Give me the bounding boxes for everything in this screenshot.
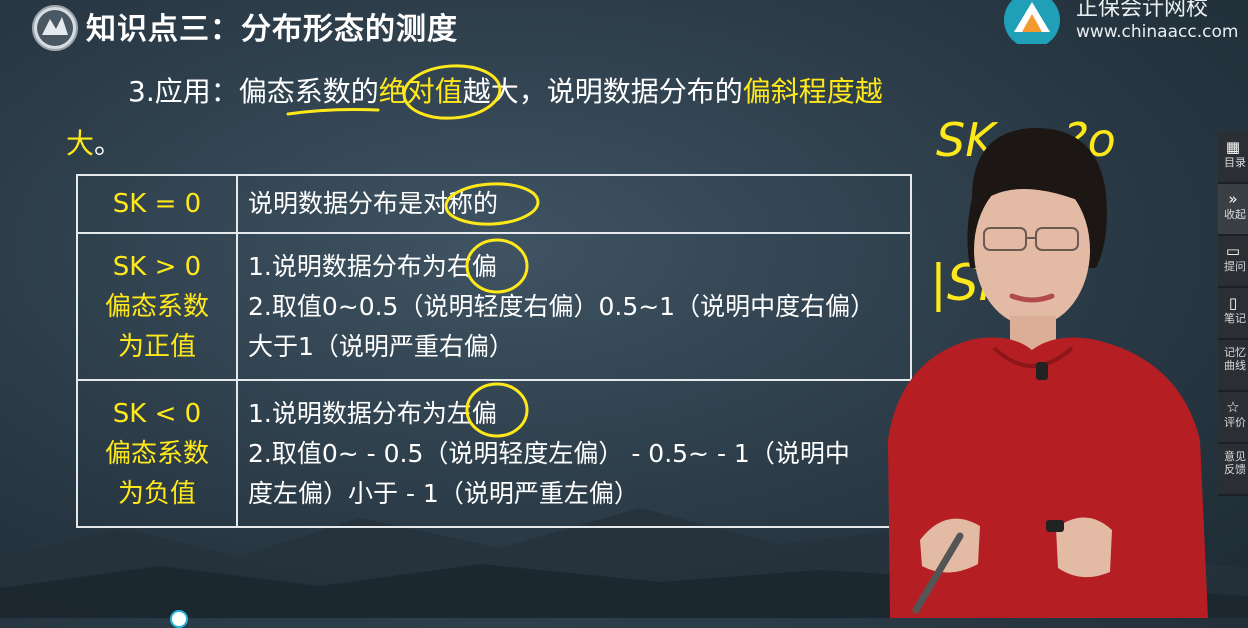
description-line: 说明数据分布是对称的 (248, 189, 499, 218)
presenter-video (888, 127, 1208, 618)
intro-paragraph: 3.应用：偏态系数的绝对值越大，说明数据分布的偏斜程度越大。 (66, 66, 916, 170)
condition-sub: 偏态系数 (104, 291, 209, 322)
sidebar-item-label: 记忆曲线 (1224, 346, 1246, 372)
intro-part: 越大，说明数据分布的 (462, 75, 743, 108)
double-chevron-icon: » (1228, 190, 1238, 208)
table-row: SK > 0 偏态系数 为正值 1.说明数据分布为右偏 2.取值0~0.5（说明… (76, 232, 912, 381)
description-line: 2.取值0~ - 0.5（说明轻度左偏） - 0.5~ - 1（说明中 (248, 438, 850, 468)
condition-label: SK < 0 (112, 398, 202, 429)
sidebar-item-feedback[interactable]: 意见反馈 (1218, 444, 1248, 496)
grid-icon: ▦ (1225, 138, 1241, 156)
description-line: 大于1（说明严重右偏） (248, 331, 514, 361)
table-row: SK = 0 说明数据分布是对称的 (76, 174, 912, 234)
brand-header: 正保会计网校 www.chinaacc.com (1002, 0, 1248, 50)
sidebar-item-label: 目录 (1224, 156, 1246, 169)
skewness-table: SK = 0 说明数据分布是对称的 SK > 0 偏态系数 为正值 1.说明数据… (76, 174, 912, 528)
description-line: 1.说明数据分布为右偏 (248, 251, 497, 281)
brand-name: 正保会计网校 (1076, 0, 1209, 21)
course-logo-icon (32, 5, 78, 51)
description-line: 1.说明数据分布为左偏 (248, 398, 497, 428)
sidebar-item-label: 提问 (1224, 260, 1246, 273)
sidebar-item-label: 评价 (1224, 416, 1246, 429)
star-icon: ☆ (1226, 398, 1240, 416)
intro-part: 。 (94, 127, 123, 160)
intro-part: 3.应用：偏态系数的 (128, 75, 379, 108)
sidebar-item-catalog[interactable]: ▦ 目录 (1218, 132, 1248, 184)
description-cell: 1.说明数据分布为右偏 2.取值0~0.5（说明轻度右偏）0.5~1（说明中度右… (236, 232, 912, 381)
sidebar-item-notes[interactable]: ▯ 笔记 (1218, 288, 1248, 340)
description-line: 2.取值0~0.5（说明轻度右偏）0.5~1（说明中度右偏） (248, 291, 876, 321)
description-cell: 1.说明数据分布为左偏 2.取值0~ - 0.5（说明轻度左偏） - 0.5~ … (236, 379, 912, 528)
note-icon: ▯ (1228, 294, 1238, 312)
sidebar-item-ask[interactable]: ▭ 提问 (1218, 236, 1248, 288)
intro-highlight-absolute-value: 绝对值 (378, 75, 463, 108)
condition-label: SK = 0 (112, 189, 202, 219)
sidebar-item-label: 收起 (1224, 208, 1246, 221)
condition-sub: 为负值 (117, 478, 196, 509)
chinaacc-logo-icon (1004, 0, 1060, 44)
sidebar-item-label: 意见反馈 (1224, 450, 1246, 476)
brand-url: www.chinaacc.com (1076, 22, 1239, 42)
sidebar-item-label: 笔记 (1224, 312, 1246, 325)
pointer-cursor (170, 610, 188, 628)
description-line: 度左偏）小于 - 1（说明严重左偏） (248, 478, 639, 508)
slide-title: 知识点三：分布形态的测度 (86, 12, 458, 47)
condition-sub: 偏态系数 (104, 438, 209, 469)
table-row: SK < 0 偏态系数 为负值 1.说明数据分布为左偏 2.取值0~ - 0.5… (76, 379, 912, 528)
chat-icon: ▭ (1225, 242, 1241, 260)
sidebar-item-memory-curve[interactable]: 记忆曲线 (1218, 340, 1248, 392)
sidebar-item-collapse[interactable]: » 收起 (1218, 184, 1248, 236)
condition-cell: SK < 0 偏态系数 为负值 (76, 379, 238, 528)
condition-label: SK > 0 (112, 251, 202, 282)
description-cell: 说明数据分布是对称的 (236, 174, 912, 234)
condition-cell: SK > 0 偏态系数 为正值 (76, 232, 238, 381)
sidebar-item-rate[interactable]: ☆ 评价 (1218, 392, 1248, 444)
condition-cell: SK = 0 (76, 174, 238, 234)
player-sidebar: ▦ 目录 » 收起 ▭ 提问 ▯ 笔记 记忆曲线 ☆ 评价 意见反馈 (1218, 132, 1248, 496)
condition-sub: 为正值 (117, 331, 196, 362)
